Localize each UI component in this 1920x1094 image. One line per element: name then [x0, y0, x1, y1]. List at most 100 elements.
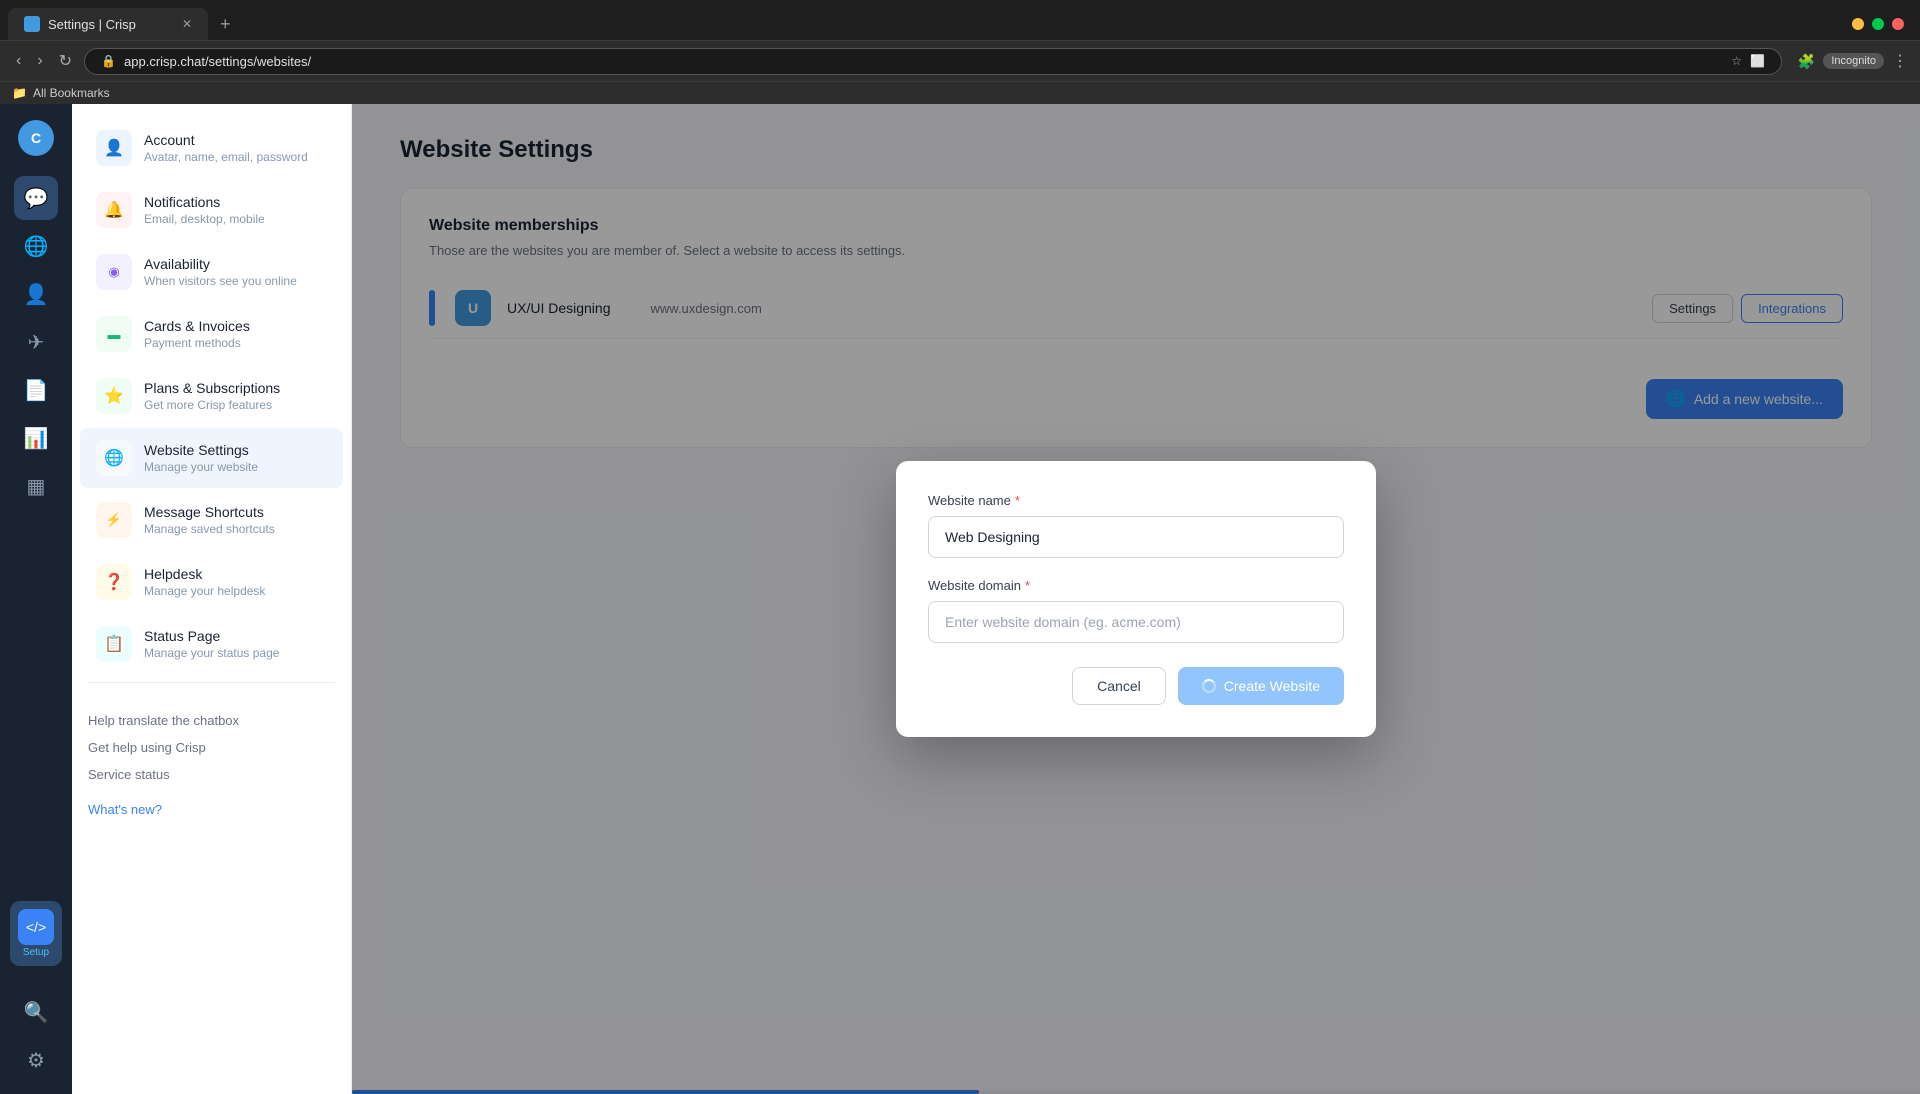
website-domain-label: Website domain *	[928, 578, 1344, 593]
nav-grid[interactable]: ▦	[14, 464, 58, 508]
create-website-button[interactable]: Create Website	[1178, 667, 1344, 705]
service-status-link[interactable]: Service status	[88, 761, 335, 788]
helpdesk-label: Helpdesk	[144, 566, 327, 582]
account-label: Account	[144, 132, 327, 148]
address-star-icon[interactable]: ☆	[1731, 54, 1742, 68]
shortcuts-label: Message Shortcuts	[144, 504, 327, 520]
chat-icon: 💬	[24, 186, 49, 211]
send-icon: ✈	[28, 330, 45, 355]
cancel-button[interactable]: Cancel	[1072, 667, 1166, 705]
tab-close-btn[interactable]: ✕	[182, 17, 192, 31]
domain-required-star: *	[1025, 578, 1030, 593]
nav-analytics[interactable]: 📊	[14, 416, 58, 460]
main-content: Website Settings Website memberships Tho…	[352, 104, 1920, 1094]
url-text: app.crisp.chat/settings/websites/	[124, 54, 311, 69]
bookmarks-text: All Bookmarks	[33, 86, 110, 100]
nav-avatar[interactable]: C	[14, 116, 58, 160]
incognito-badge: Incognito	[1823, 53, 1884, 69]
plans-icon: ⭐	[96, 378, 132, 414]
sidebar-bottom: Help translate the chatbox Get help usin…	[72, 691, 351, 839]
nav-settings[interactable]: ⚙	[14, 1038, 58, 1082]
globe-icon: 🌐	[24, 234, 49, 259]
nav-contacts[interactable]: 👤	[14, 272, 58, 316]
website-settings-label: Website Settings	[144, 442, 327, 458]
window-minimize[interactable]	[1852, 18, 1864, 30]
helpdesk-icon: ❓	[96, 564, 132, 600]
status-icon: 📋	[96, 626, 132, 662]
website-name-input-wrapper	[928, 516, 1344, 558]
sidebar-item-notifications[interactable]: 🔔 Notifications Email, desktop, mobile	[80, 180, 343, 240]
new-tab-button[interactable]: +	[212, 10, 239, 39]
status-sublabel: Manage your status page	[144, 646, 327, 660]
search-icon: 🔍	[24, 1000, 49, 1025]
help-translate-link[interactable]: Help translate the chatbox	[88, 707, 335, 734]
nav-setup[interactable]: </> Setup	[10, 901, 62, 966]
nav-search[interactable]: 🔍	[14, 990, 58, 1034]
modal-overlay: Website name * Web Designing Website dom…	[352, 104, 1920, 1094]
bookmark-folder-icon: 📁	[12, 86, 27, 100]
website-name-label: Website name *	[928, 493, 1344, 508]
shortcuts-icon: ⚡	[96, 502, 132, 538]
nav-world[interactable]: 🌐	[14, 224, 58, 268]
gear-icon: ⚙	[27, 1048, 45, 1073]
icon-nav: C 💬 🌐 👤 ✈ 📄 📊 ▦ </> Setup 🔍	[0, 104, 72, 1094]
address-bar[interactable]: 🔒 app.crisp.chat/settings/websites/ ☆ ⬜	[84, 48, 1782, 75]
pages-icon: 📄	[24, 378, 49, 403]
required-star: *	[1015, 493, 1020, 508]
notifications-sublabel: Email, desktop, mobile	[144, 212, 327, 226]
forward-button[interactable]: ›	[33, 48, 46, 74]
account-sublabel: Avatar, name, email, password	[144, 150, 327, 164]
whats-new-link[interactable]: What's new?	[88, 796, 335, 823]
tab-favicon	[24, 16, 40, 32]
reload-button[interactable]: ↻	[55, 47, 76, 75]
sidebar: 👤 Account Avatar, name, email, password …	[72, 104, 352, 1094]
sidebar-item-account[interactable]: 👤 Account Avatar, name, email, password	[80, 118, 343, 178]
plans-label: Plans & Subscriptions	[144, 380, 327, 396]
website-domain-input[interactable]	[928, 601, 1344, 643]
cards-icon: ▬	[96, 316, 132, 352]
analytics-icon: 📊	[24, 426, 49, 451]
tab-title: Settings | Crisp	[48, 17, 174, 32]
notifications-label: Notifications	[144, 194, 327, 210]
website-name-input[interactable]	[928, 516, 1344, 558]
address-tablet-icon[interactable]: ⬜	[1750, 54, 1765, 68]
window-maximize[interactable]	[1872, 18, 1884, 30]
sidebar-item-plans[interactable]: ⭐ Plans & Subscriptions Get more Crisp f…	[80, 366, 343, 426]
code-icon: </>	[18, 909, 54, 945]
loading-spinner	[1202, 679, 1216, 693]
website-settings-sublabel: Manage your website	[144, 460, 327, 474]
sidebar-item-website-settings[interactable]: 🌐 Website Settings Manage your website	[80, 428, 343, 488]
sidebar-item-availability[interactable]: ◉ Availability When visitors see you onl…	[80, 242, 343, 302]
sidebar-item-message-shortcuts[interactable]: ⚡ Message Shortcuts Manage saved shortcu…	[80, 490, 343, 550]
window-close[interactable]	[1892, 18, 1904, 30]
availability-label: Availability	[144, 256, 327, 272]
grid-icon: ▦	[27, 474, 46, 499]
cards-sublabel: Payment methods	[144, 336, 327, 350]
sidebar-divider	[88, 682, 335, 683]
sidebar-item-status-page[interactable]: 📋 Status Page Manage your status page	[80, 614, 343, 674]
website-domain-field: Website domain *	[928, 578, 1344, 643]
nav-chat[interactable]: 💬	[14, 176, 58, 220]
create-website-label: Create Website	[1224, 678, 1320, 694]
notifications-icon: 🔔	[96, 192, 132, 228]
shortcuts-sublabel: Manage saved shortcuts	[144, 522, 327, 536]
extensions-icon[interactable]: 🧩	[1798, 53, 1815, 70]
helpdesk-sublabel: Manage your helpdesk	[144, 584, 327, 598]
website-settings-icon: 🌐	[96, 440, 132, 476]
account-icon: 👤	[96, 130, 132, 166]
help-crisp-link[interactable]: Get help using Crisp	[88, 734, 335, 761]
nav-campaigns[interactable]: ✈	[14, 320, 58, 364]
setup-label: Setup	[23, 947, 49, 958]
avatar: C	[18, 120, 54, 156]
contacts-icon: 👤	[24, 282, 49, 307]
menu-icon[interactable]: ⋮	[1892, 51, 1908, 71]
nav-pages[interactable]: 📄	[14, 368, 58, 412]
back-button[interactable]: ‹	[12, 48, 25, 74]
modal-actions: Cancel Create Website	[928, 667, 1344, 705]
sidebar-item-helpdesk[interactable]: ❓ Helpdesk Manage your helpdesk	[80, 552, 343, 612]
availability-sublabel: When visitors see you online	[144, 274, 327, 288]
availability-icon: ◉	[96, 254, 132, 290]
sidebar-item-cards-invoices[interactable]: ▬ Cards & Invoices Payment methods	[80, 304, 343, 364]
add-website-modal: Website name * Web Designing Website dom…	[896, 461, 1376, 737]
browser-tab[interactable]: Settings | Crisp ✕	[8, 8, 208, 40]
